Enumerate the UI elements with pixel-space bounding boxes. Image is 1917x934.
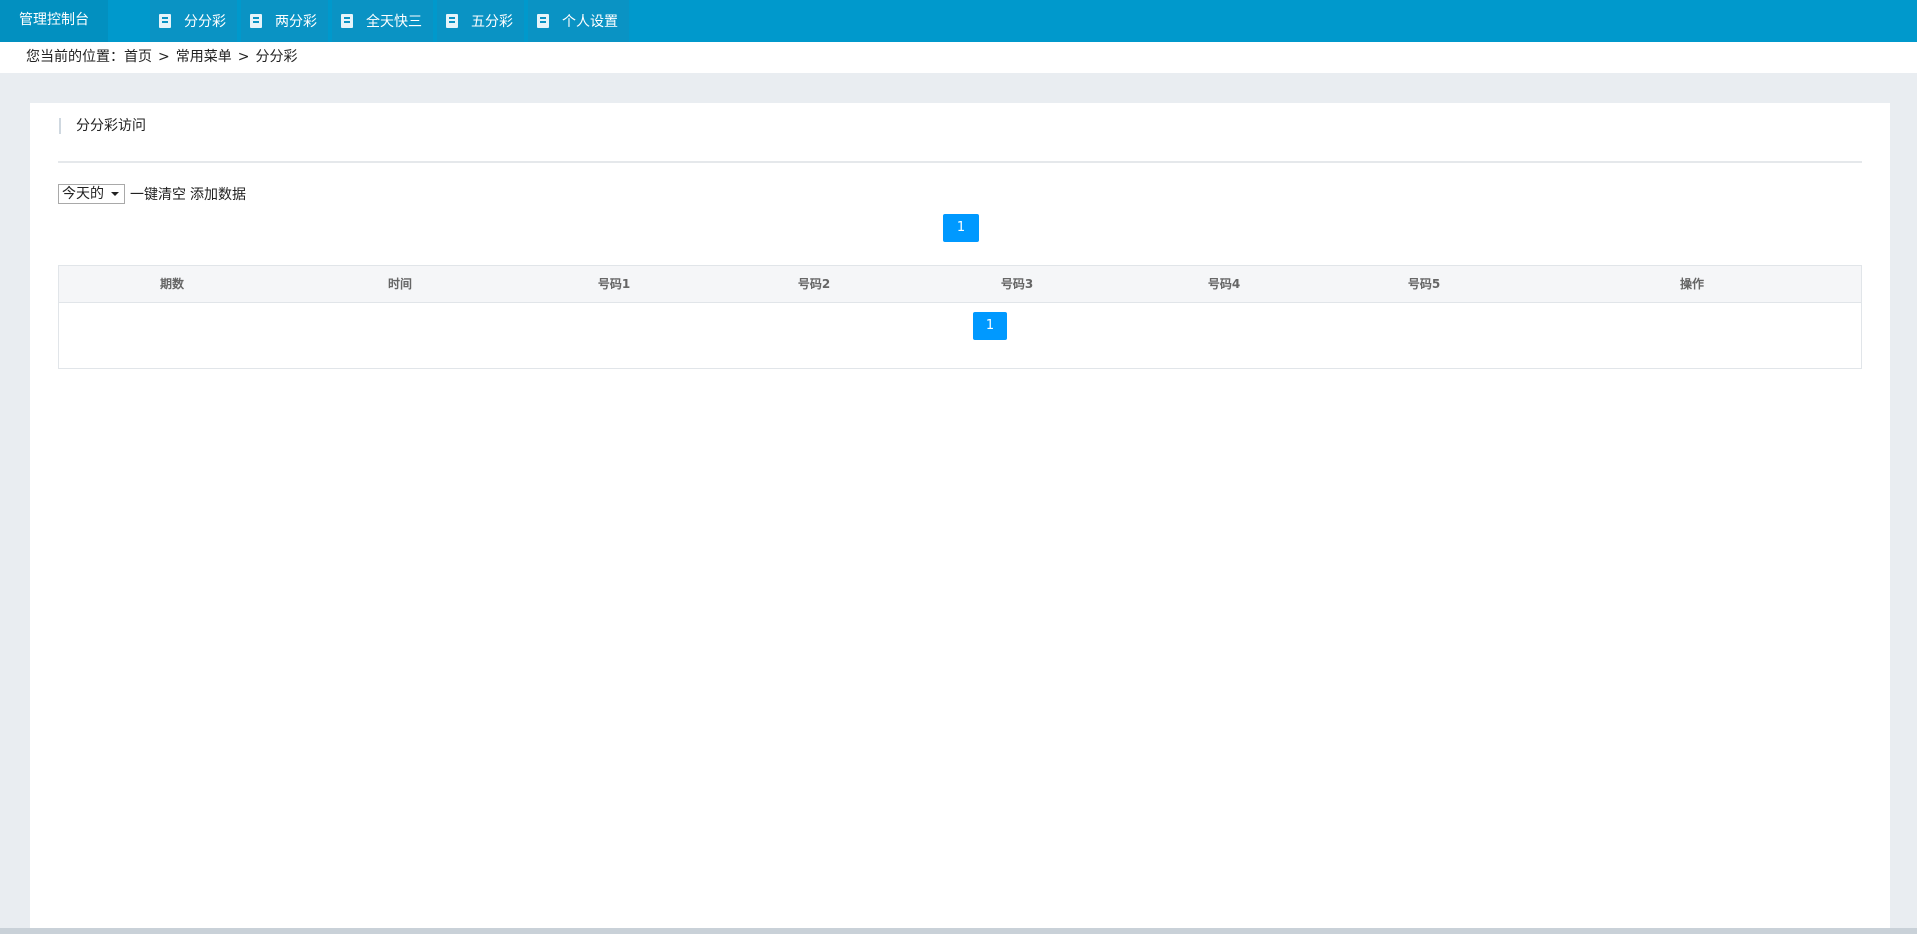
top-nav: 分分彩 两分彩 全天快三 五分彩 个人设置	[150, 0, 633, 42]
date-filter-select[interactable]: 今天的	[58, 184, 125, 204]
column-header-number-4: 号码4	[1207, 277, 1241, 291]
nav-item-personal-settings[interactable]: 个人设置	[528, 0, 629, 42]
section-divider	[58, 161, 1862, 163]
data-table: 期数 时间 号码1 号码2 号码3 号码4 号码5 操作 1	[58, 265, 1862, 369]
nav-item-label: 五分彩	[471, 14, 513, 30]
breadcrumb-separator: >	[158, 49, 170, 65]
bottom-strip	[0, 928, 1917, 934]
breadcrumb-prefix: 您当前的位置：	[26, 49, 124, 65]
column-header-number-5: 号码5	[1407, 277, 1441, 291]
table-header: 期数 时间 号码1 号码2 号码3 号码4 号码5 操作	[59, 266, 1861, 303]
clear-all-link[interactable]: 一键清空	[130, 184, 186, 204]
nav-item-label: 全天快三	[366, 14, 422, 30]
table-body: 1	[59, 303, 1861, 368]
document-icon	[446, 14, 458, 28]
content-panel: 分分彩访问 今天的 一键清空 添加数据 1 期数 时间 号码1 号码2 号码3 …	[30, 103, 1890, 934]
breadcrumb-home[interactable]: 首页	[124, 49, 152, 65]
column-header-number-1: 号码1	[597, 277, 631, 291]
brand-title[interactable]: 管理控制台	[0, 0, 108, 42]
document-icon	[537, 14, 549, 28]
nav-item-quantiankuaisan[interactable]: 全天快三	[332, 0, 433, 42]
document-icon	[250, 14, 262, 28]
toolbar: 今天的 一键清空 添加数据	[58, 184, 250, 204]
column-header-actions: 操作	[1679, 277, 1705, 291]
pagination-page-1-bottom[interactable]: 1	[973, 312, 1007, 340]
nav-item-liangfencai[interactable]: 两分彩	[241, 0, 328, 42]
breadcrumb: 您当前的位置：首页 > 常用菜单 > 分分彩	[0, 42, 1917, 73]
column-header-time: 时间	[387, 277, 413, 291]
section-title: 分分彩访问	[59, 118, 146, 134]
breadcrumb-separator: >	[237, 49, 250, 65]
nav-item-label: 个人设置	[562, 14, 618, 30]
nav-item-wufencai[interactable]: 五分彩	[437, 0, 524, 42]
nav-item-fenfencai[interactable]: 分分彩	[150, 0, 237, 42]
date-filter-value: 今天的	[62, 186, 104, 202]
nav-item-label: 两分彩	[275, 14, 317, 30]
document-icon	[341, 14, 353, 28]
pagination-page-1-top[interactable]: 1	[943, 214, 979, 242]
column-header-number-3: 号码3	[1000, 277, 1034, 291]
column-header-period: 期数	[159, 277, 185, 291]
chevron-down-icon	[111, 192, 119, 196]
document-icon	[159, 14, 171, 28]
breadcrumb-current: 分分彩	[255, 49, 298, 65]
add-data-link[interactable]: 添加数据	[190, 184, 246, 204]
top-header: 管理控制台 分分彩 两分彩 全天快三 五分彩 个人设置	[0, 0, 1917, 42]
breadcrumb-menu[interactable]: 常用菜单	[176, 49, 232, 65]
column-header-number-2: 号码2	[797, 277, 831, 291]
nav-item-label: 分分彩	[184, 14, 226, 30]
